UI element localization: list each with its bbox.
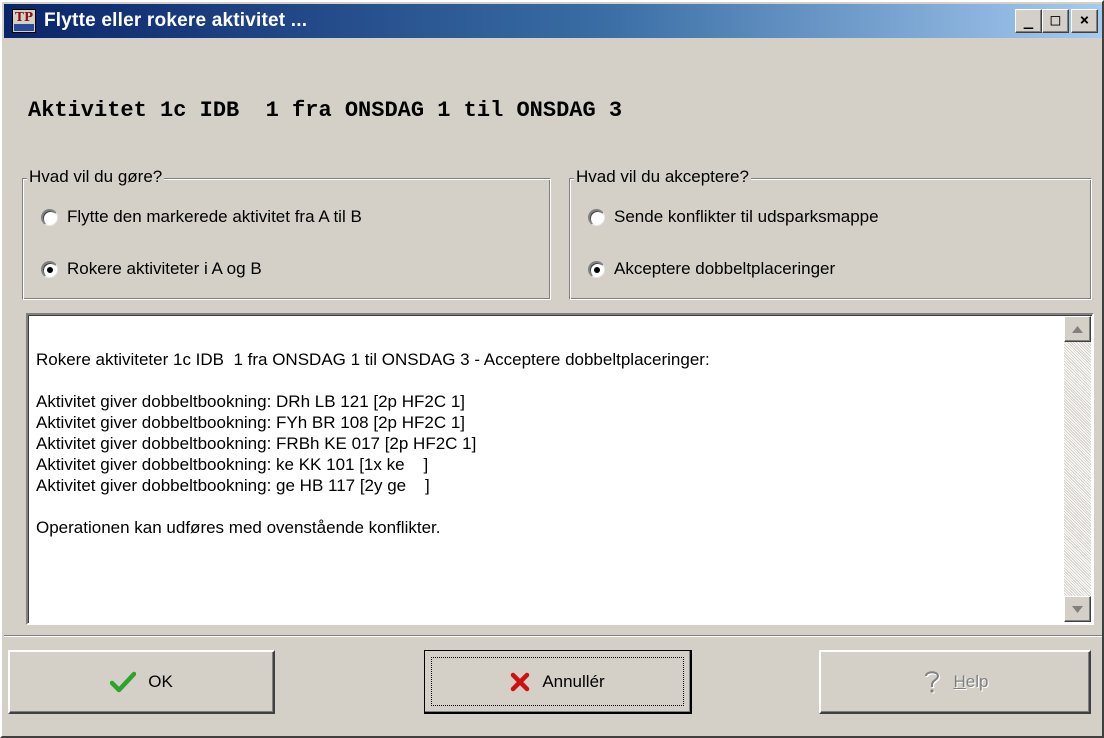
scroll-down-button[interactable] [1064, 596, 1091, 622]
dialog-window: TP Flytte eller rokere aktivitet ... _ □… [0, 0, 1104, 738]
action-group-legend: Hvad vil du gøre? [27, 166, 165, 188]
conflict-line: Aktivitet giver dobbeltbookning: DRh LB … [36, 392, 466, 411]
tp-app-icon: TP [12, 9, 36, 33]
conflict-line: Aktivitet giver dobbeltbookning: ge HB 1… [36, 476, 430, 495]
help-button[interactable]: Help [819, 650, 1091, 714]
minimize-button[interactable]: _ [1015, 9, 1042, 33]
cancel-button[interactable]: Annullér [424, 650, 692, 714]
radio-label: Rokere aktiviteter i A og B [67, 259, 262, 278]
radio-button-selected[interactable] [588, 260, 605, 278]
accept-group-legend: Hvad vil du akceptere? [574, 166, 751, 188]
minimize-icon: _ [1023, 10, 1034, 29]
radio-label: Flytte den markerede aktivitet fra A til… [67, 207, 362, 226]
conflict-line: Aktivitet giver dobbeltbookning: FRBh KE… [36, 434, 477, 453]
triangle-down-icon [1072, 605, 1083, 613]
radio-button-selected[interactable] [41, 260, 58, 278]
conflict-line: Aktivitet giver dobbeltbookning: FYh BR … [36, 413, 466, 432]
close-icon: × [1079, 10, 1090, 29]
separator [4, 635, 1102, 637]
help-label-rest: elp [965, 672, 989, 691]
conflict-message-box[interactable]: Rokere aktiviteter 1c IDB 1 fra ONSDAG 1… [26, 313, 1094, 625]
help-label: Help [954, 672, 989, 692]
ok-button[interactable]: OK [8, 650, 275, 714]
maximize-icon: □ [1050, 10, 1061, 29]
radio-swap-activities[interactable]: Rokere aktiviteter i A og B [41, 259, 262, 279]
question-icon [922, 669, 942, 695]
scroll-up-button[interactable] [1064, 316, 1091, 342]
focus-rectangle [431, 657, 684, 706]
radio-label: Sende konflikter til udsparksmappe [614, 207, 879, 226]
message-footer: Operationen kan udføres med ovenstående … [36, 518, 441, 537]
radio-button[interactable] [41, 208, 58, 226]
radio-label: Akceptere dobbeltplaceringer [614, 259, 836, 278]
close-button[interactable]: × [1071, 9, 1098, 33]
radio-button[interactable] [588, 208, 605, 226]
app-icon-text: TP [15, 10, 33, 24]
activity-headline: Aktivitet 1c IDB 1 fra ONSDAG 1 til ONSD… [28, 98, 623, 123]
accept-groupbox: Hvad vil du akceptere? Sende konflikter … [569, 166, 1092, 300]
ok-label: OK [148, 672, 173, 691]
radio-move-activity[interactable]: Flytte den markerede aktivitet fra A til… [41, 207, 362, 227]
window-title: Flytte eller rokere aktivitet ... [44, 10, 308, 31]
message-text: Rokere aktiviteter 1c IDB 1 fra ONSDAG 1… [36, 349, 1056, 538]
title-bar[interactable]: TP Flytte eller rokere aktivitet ... _ □… [4, 4, 1102, 38]
checkmark-icon [110, 671, 137, 693]
radio-accept-double-placements[interactable]: Akceptere dobbeltplaceringer [588, 259, 835, 279]
triangle-up-icon [1072, 325, 1083, 333]
help-mnemonic: H [953, 672, 966, 691]
maximize-button[interactable]: □ [1042, 9, 1069, 33]
action-groupbox: Hvad vil du gøre? Flytte den markerede a… [22, 166, 551, 300]
radio-send-conflicts[interactable]: Sende konflikter til udsparksmappe [588, 207, 879, 227]
title-bar-buttons: _ □ × [1015, 9, 1098, 33]
vertical-scrollbar[interactable] [1064, 316, 1091, 622]
message-summary: Rokere aktiviteter 1c IDB 1 fra ONSDAG 1… [36, 350, 710, 369]
conflict-line: Aktivitet giver dobbeltbookning: ke KK 1… [36, 455, 429, 474]
